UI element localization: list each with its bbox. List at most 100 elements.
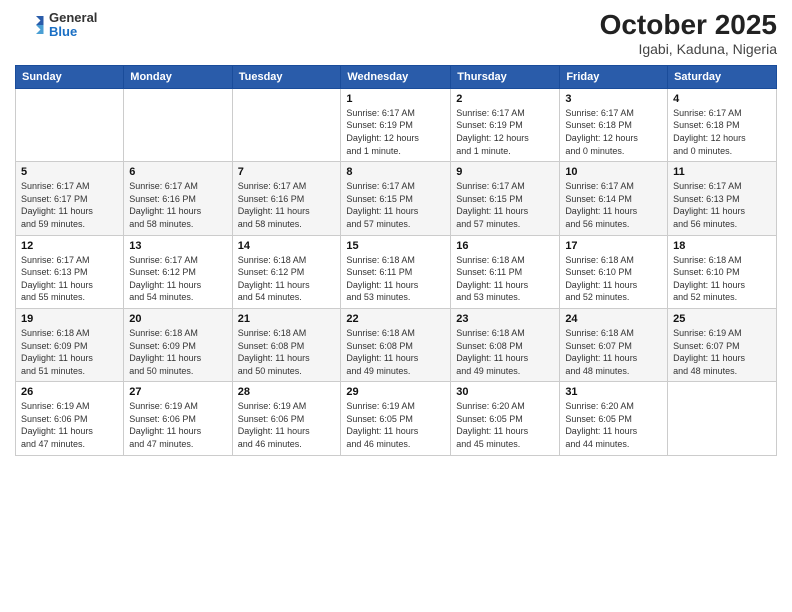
page: General Blue October 2025 Igabi, Kaduna,… (0, 0, 792, 612)
calendar-cell: 20 Sunrise: 6:18 AM Sunset: 6:09 PM Dayli… (124, 308, 232, 381)
day-number: 13 (129, 240, 226, 252)
day-number: 28 (238, 386, 336, 398)
week-row-3: 12 Sunrise: 6:17 AM Sunset: 6:13 PM Dayli… (16, 235, 777, 308)
day-number: 23 (456, 313, 554, 325)
header-day-wednesday: Wednesday (341, 65, 451, 88)
day-number: 22 (346, 313, 445, 325)
calendar-cell: 26 Sunrise: 6:19 AM Sunset: 6:06 PM Dayli… (16, 382, 124, 455)
calendar-cell: 23Sunrise: 6:18 AM Sunset: 6:08 PM Dayli… (451, 308, 560, 381)
day-number: 4 (673, 93, 771, 105)
calendar-cell: 21 Sunrise: 6:18 AM Sunset: 6:08 PM Dayli… (232, 308, 341, 381)
header-day-tuesday: Tuesday (232, 65, 341, 88)
calendar-cell: 14 Sunrise: 6:18 AM Sunset: 6:12 PM Dayli… (232, 235, 341, 308)
calendar-cell: 31Sunrise: 6:20 AM Sunset: 6:05 PM Dayli… (560, 382, 668, 455)
calendar-cell: 19Sunrise: 6:18 AM Sunset: 6:09 PM Dayli… (16, 308, 124, 381)
calendar-cell: 1 Sunrise: 6:17 AM Sunset: 6:19 PM Daylig… (341, 88, 451, 161)
logo-general: General (49, 11, 97, 25)
title-block: October 2025 Igabi, Kaduna, Nigeria (600, 10, 777, 57)
day-info: Sunrise: 6:17 AM Sunset: 6:15 PM Dayligh… (456, 180, 554, 230)
calendar-cell: 17Sunrise: 6:18 AM Sunset: 6:10 PM Dayli… (560, 235, 668, 308)
day-number: 5 (21, 166, 118, 178)
logo: General Blue (15, 10, 97, 40)
day-number: 7 (238, 166, 336, 178)
calendar-cell: 6 Sunrise: 6:17 AM Sunset: 6:16 PM Daylig… (124, 162, 232, 235)
day-info: Sunrise: 6:17 AM Sunset: 6:17 PM Dayligh… (21, 180, 118, 230)
calendar-cell: 27Sunrise: 6:19 AM Sunset: 6:06 PM Dayli… (124, 382, 232, 455)
day-number: 12 (21, 240, 118, 252)
day-number: 14 (238, 240, 336, 252)
day-info: Sunrise: 6:18 AM Sunset: 6:11 PM Dayligh… (346, 254, 445, 304)
day-number: 17 (565, 240, 662, 252)
day-number: 18 (673, 240, 771, 252)
day-info: Sunrise: 6:17 AM Sunset: 6:13 PM Dayligh… (673, 180, 771, 230)
calendar-subtitle: Igabi, Kaduna, Nigeria (600, 41, 777, 57)
calendar-cell: 24Sunrise: 6:18 AM Sunset: 6:07 PM Dayli… (560, 308, 668, 381)
calendar-cell: 15Sunrise: 6:18 AM Sunset: 6:11 PM Dayli… (341, 235, 451, 308)
day-number: 20 (129, 313, 226, 325)
day-number: 25 (673, 313, 771, 325)
logo-icon (15, 10, 45, 40)
day-info: Sunrise: 6:18 AM Sunset: 6:09 PM Dayligh… (129, 327, 226, 377)
calendar-title: October 2025 (600, 10, 777, 41)
day-info: Sunrise: 6:19 AM Sunset: 6:06 PM Dayligh… (238, 400, 336, 450)
calendar-cell: 10 Sunrise: 6:17 AM Sunset: 6:14 PM Dayli… (560, 162, 668, 235)
calendar-body: 1 Sunrise: 6:17 AM Sunset: 6:19 PM Daylig… (16, 88, 777, 455)
calendar-cell: 5 Sunrise: 6:17 AM Sunset: 6:17 PM Daylig… (16, 162, 124, 235)
week-row-2: 5 Sunrise: 6:17 AM Sunset: 6:17 PM Daylig… (16, 162, 777, 235)
day-info: Sunrise: 6:17 AM Sunset: 6:13 PM Dayligh… (21, 254, 118, 304)
day-number: 29 (346, 386, 445, 398)
day-info: Sunrise: 6:17 AM Sunset: 6:14 PM Dayligh… (565, 180, 662, 230)
day-info: Sunrise: 6:18 AM Sunset: 6:12 PM Dayligh… (238, 254, 336, 304)
day-info: Sunrise: 6:19 AM Sunset: 6:06 PM Dayligh… (21, 400, 118, 450)
calendar-cell: 3 Sunrise: 6:17 AM Sunset: 6:18 PM Daylig… (560, 88, 668, 161)
day-info: Sunrise: 6:17 AM Sunset: 6:16 PM Dayligh… (129, 180, 226, 230)
day-info: Sunrise: 6:17 AM Sunset: 6:12 PM Dayligh… (129, 254, 226, 304)
day-info: Sunrise: 6:17 AM Sunset: 6:19 PM Dayligh… (456, 107, 554, 157)
header-row: SundayMondayTuesdayWednesdayThursdayFrid… (16, 65, 777, 88)
day-number: 10 (565, 166, 662, 178)
day-number: 6 (129, 166, 226, 178)
calendar-cell: 22 Sunrise: 6:18 AM Sunset: 6:08 PM Dayli… (341, 308, 451, 381)
day-info: Sunrise: 6:17 AM Sunset: 6:18 PM Dayligh… (565, 107, 662, 157)
header-day-friday: Friday (560, 65, 668, 88)
day-info: Sunrise: 6:17 AM Sunset: 6:19 PM Dayligh… (346, 107, 445, 157)
day-info: Sunrise: 6:18 AM Sunset: 6:08 PM Dayligh… (238, 327, 336, 377)
day-number: 11 (673, 166, 771, 178)
calendar-cell (232, 88, 341, 161)
day-info: Sunrise: 6:20 AM Sunset: 6:05 PM Dayligh… (456, 400, 554, 450)
header-day-monday: Monday (124, 65, 232, 88)
day-number: 8 (346, 166, 445, 178)
day-info: Sunrise: 6:17 AM Sunset: 6:16 PM Dayligh… (238, 180, 336, 230)
calendar-cell: 25 Sunrise: 6:19 AM Sunset: 6:07 PM Dayli… (668, 308, 777, 381)
calendar-table: SundayMondayTuesdayWednesdayThursdayFrid… (15, 65, 777, 456)
calendar-cell: 16Sunrise: 6:18 AM Sunset: 6:11 PM Dayli… (451, 235, 560, 308)
day-number: 26 (21, 386, 118, 398)
day-number: 2 (456, 93, 554, 105)
week-row-1: 1 Sunrise: 6:17 AM Sunset: 6:19 PM Daylig… (16, 88, 777, 161)
calendar-cell: 7 Sunrise: 6:17 AM Sunset: 6:16 PM Daylig… (232, 162, 341, 235)
calendar-cell: 13 Sunrise: 6:17 AM Sunset: 6:12 PM Dayli… (124, 235, 232, 308)
calendar-cell: 11 Sunrise: 6:17 AM Sunset: 6:13 PM Dayli… (668, 162, 777, 235)
calendar-cell: 9Sunrise: 6:17 AM Sunset: 6:15 PM Daylig… (451, 162, 560, 235)
day-info: Sunrise: 6:18 AM Sunset: 6:08 PM Dayligh… (346, 327, 445, 377)
calendar-header: SundayMondayTuesdayWednesdayThursdayFrid… (16, 65, 777, 88)
day-number: 31 (565, 386, 662, 398)
calendar-cell: 12 Sunrise: 6:17 AM Sunset: 6:13 PM Dayli… (16, 235, 124, 308)
day-info: Sunrise: 6:19 AM Sunset: 6:06 PM Dayligh… (129, 400, 226, 450)
calendar-cell: 30Sunrise: 6:20 AM Sunset: 6:05 PM Dayli… (451, 382, 560, 455)
calendar-cell (668, 382, 777, 455)
calendar-cell (124, 88, 232, 161)
calendar-cell: 4Sunrise: 6:17 AM Sunset: 6:18 PM Daylig… (668, 88, 777, 161)
calendar-cell: 8Sunrise: 6:17 AM Sunset: 6:15 PM Daylig… (341, 162, 451, 235)
week-row-5: 26 Sunrise: 6:19 AM Sunset: 6:06 PM Dayli… (16, 382, 777, 455)
logo-text: General Blue (49, 11, 97, 40)
day-number: 24 (565, 313, 662, 325)
day-info: Sunrise: 6:19 AM Sunset: 6:07 PM Dayligh… (673, 327, 771, 377)
day-number: 21 (238, 313, 336, 325)
calendar-cell (16, 88, 124, 161)
day-number: 1 (346, 93, 445, 105)
day-number: 3 (565, 93, 662, 105)
day-number: 19 (21, 313, 118, 325)
logo-blue: Blue (49, 25, 97, 39)
day-number: 16 (456, 240, 554, 252)
